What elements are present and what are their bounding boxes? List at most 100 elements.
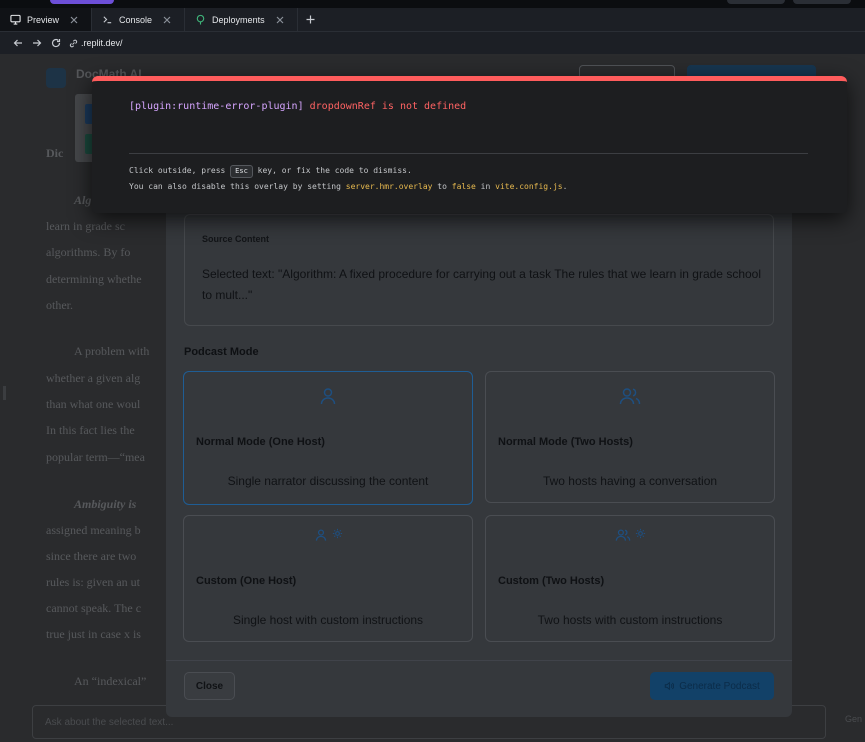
doc-text: learn in grade sc — [46, 219, 125, 233]
url-bar: .replit.dev/ — [0, 32, 865, 54]
error-tip-disable: You can also disable this overlay by set… — [129, 182, 567, 191]
doc-text: true just in case x is — [46, 627, 141, 641]
app-logo — [46, 68, 66, 88]
doc-text: Ambiguity is — [74, 497, 137, 511]
reload-button[interactable] — [46, 34, 65, 52]
tip-text: to — [437, 182, 447, 191]
tab-bar: Preview Console Deployments — [0, 8, 865, 32]
tab-label: Deployments — [212, 14, 265, 25]
option-description: Two hosts having a conversation — [542, 474, 718, 488]
tip-text: You can also disable this overlay by set… — [129, 182, 341, 191]
doc-text: In this fact lies the — [46, 423, 135, 437]
close-icon[interactable] — [275, 15, 285, 25]
link-icon — [69, 39, 78, 47]
deploy-icon — [195, 14, 206, 25]
icon-group — [486, 528, 774, 542]
doc-text: since there are two — [46, 549, 137, 563]
close-icon[interactable] — [162, 15, 172, 25]
option-normal-one-host[interactable]: Normal Mode (One Host) Single narrator d… — [183, 371, 473, 505]
option-title: Normal Mode (One Host) — [196, 436, 325, 448]
tip-text: . — [562, 182, 568, 191]
option-description: Single narrator discussing the content — [227, 474, 429, 488]
reload-icon — [51, 38, 60, 48]
url-text: .replit.dev/ — [81, 38, 123, 48]
doc-text: algorithms. By fo — [46, 245, 131, 259]
error-plugin-name: [plugin:runtime-error-plugin] — [129, 101, 304, 112]
window-handle — [727, 0, 785, 4]
tip-code: false — [451, 182, 476, 191]
podcast-dialog: Source Content Selected text: "Algorithm… — [166, 184, 792, 717]
source-content-text: Selected text: "Algorithm: A fixed proce… — [202, 267, 762, 302]
doc-text: cannot speak. The c — [46, 601, 142, 615]
option-custom-two-hosts[interactable]: Custom (Two Hosts) Two hosts with custom… — [485, 515, 775, 642]
add-tab-button[interactable] — [298, 8, 324, 31]
tab-console[interactable]: Console — [92, 8, 186, 31]
error-divider — [129, 153, 808, 154]
users-icon — [615, 529, 630, 541]
icon-group — [184, 386, 472, 406]
doc-text: assigned meaning b — [46, 523, 141, 537]
window-handle — [50, 0, 114, 4]
monitor-icon — [10, 14, 21, 25]
tab-label: Preview — [27, 14, 60, 25]
tab-deployments[interactable]: Deployments — [185, 8, 298, 31]
doc-text: Alg — [74, 193, 92, 207]
speaker-icon — [664, 681, 675, 691]
doc-text: than what one woul — [46, 397, 141, 411]
option-description: Two hosts with custom instructions — [537, 613, 723, 627]
tip-text: key, or fix the code to dismiss. — [257, 166, 412, 175]
doc-text: rules is: given an ut — [46, 575, 140, 589]
close-icon[interactable] — [69, 15, 79, 25]
tab-preview[interactable]: Preview — [0, 8, 93, 31]
user-icon — [315, 529, 326, 541]
option-title: Custom (Two Hosts) — [498, 575, 605, 587]
doc-text: A problem with — [74, 344, 150, 358]
tip-code: server.hmr.overlay — [345, 182, 433, 191]
window-top-strip — [0, 0, 865, 8]
resize-handle[interactable] — [3, 386, 6, 400]
option-title: Custom (One Host) — [196, 575, 297, 587]
gear-icon — [332, 528, 342, 539]
source-content-card: Source Content Selected text: "Algorithm… — [184, 214, 774, 326]
doc-text: popular term—“mea — [46, 450, 145, 464]
source-content-title: Source Content — [202, 234, 270, 244]
doc-heading: Dic — [46, 146, 64, 160]
close-button[interactable]: Close — [184, 672, 235, 700]
doc-text: An “indexical” — [74, 674, 147, 688]
doc-text: determining whethe — [46, 272, 142, 286]
send-button[interactable]: Gen — [845, 714, 862, 724]
tab-label: Console — [119, 14, 153, 25]
back-button[interactable] — [8, 34, 27, 52]
icon-group — [486, 386, 774, 406]
runtime-error-overlay[interactable]: [plugin:runtime-error-plugin] dropdownRe… — [92, 76, 847, 213]
doc-text: other. — [46, 298, 73, 312]
doc-text: whether a given alg — [46, 371, 141, 385]
dialog-divider — [166, 660, 792, 661]
tip-text: in — [480, 182, 491, 191]
option-title: Normal Mode (Two Hosts) — [498, 436, 633, 448]
tip-code: vite.config.js — [495, 182, 563, 191]
users-icon — [619, 388, 641, 405]
error-message: [plugin:runtime-error-plugin] dropdownRe… — [129, 101, 466, 112]
plus-icon — [306, 15, 315, 24]
generate-podcast-button[interactable]: Generate Podcast — [650, 672, 774, 700]
generate-podcast-label: Generate Podcast — [679, 680, 760, 692]
gear-icon — [635, 528, 645, 539]
option-normal-two-hosts[interactable]: Normal Mode (Two Hosts) Two hosts having… — [485, 371, 775, 503]
error-text: dropdownRef is not defined — [309, 101, 467, 112]
option-description: Single host with custom instructions — [232, 613, 424, 627]
option-custom-one-host[interactable]: Custom (One Host) Single host with custo… — [183, 515, 473, 642]
icon-group — [184, 528, 472, 542]
error-tip-dismiss: Click outside, press Esc key, or fix the… — [129, 165, 412, 178]
url-field[interactable]: .replit.dev/ — [69, 38, 123, 48]
tip-text: Click outside, press — [129, 166, 226, 175]
arrow-left-icon — [13, 39, 22, 47]
question-placeholder: Ask about the selected text... — [45, 717, 174, 728]
forward-button[interactable] — [27, 34, 46, 52]
terminal-icon — [102, 14, 113, 25]
esc-key: Esc — [230, 165, 253, 178]
window-handle — [793, 0, 851, 4]
arrow-right-icon — [32, 39, 41, 47]
podcast-mode-label: Podcast Mode — [184, 346, 259, 358]
user-icon — [320, 388, 336, 405]
